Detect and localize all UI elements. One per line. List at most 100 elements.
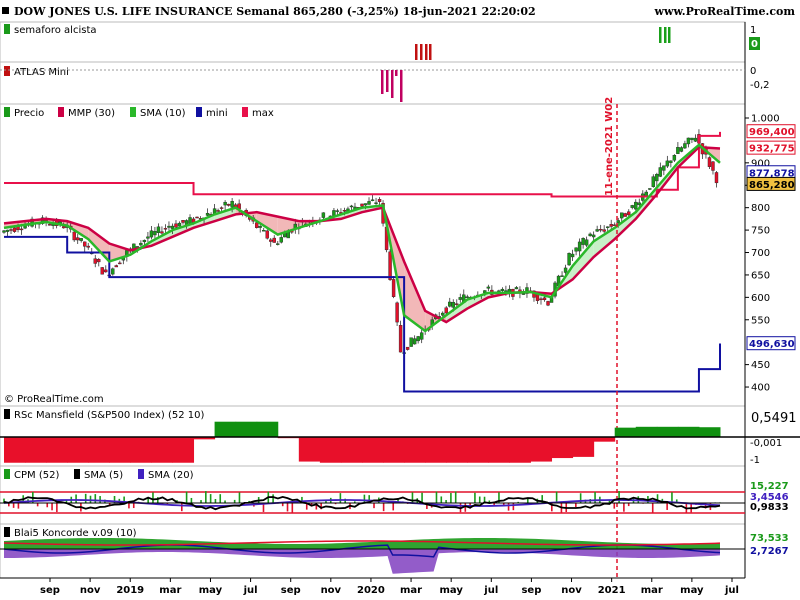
candle-body <box>9 229 13 231</box>
candle-body <box>76 237 80 241</box>
rsc-bar <box>635 426 658 437</box>
semaforo-bar <box>420 44 423 60</box>
candle-body <box>693 137 698 142</box>
candle-body <box>563 267 568 273</box>
candle-body <box>707 157 712 167</box>
candle-body <box>255 222 259 228</box>
atlas-tick: -0,2 <box>750 80 770 91</box>
price-tick-label: 450 <box>751 360 770 371</box>
cpm-bar <box>464 503 467 512</box>
candle-body <box>226 203 231 206</box>
cpm-bar <box>219 494 222 503</box>
cpm-bar <box>185 491 188 503</box>
price-tick-label: 650 <box>751 270 770 281</box>
candle-body <box>665 160 670 167</box>
cpm-bar <box>99 496 101 503</box>
candle-body <box>620 212 624 219</box>
koncorde-badge: 73,533 <box>750 533 789 544</box>
mini-legend-icon <box>196 107 202 117</box>
candle-body <box>72 231 76 241</box>
candle-body <box>216 210 220 212</box>
candle-body <box>486 286 491 289</box>
candle-body <box>655 174 659 182</box>
price-tick-label: 750 <box>751 226 770 237</box>
x-tick-label: jul <box>483 585 498 596</box>
rsc-bar <box>698 427 721 437</box>
candle-body <box>444 307 448 314</box>
atlas-bar <box>391 70 394 98</box>
candle-body <box>676 147 680 154</box>
candle-body <box>577 241 582 252</box>
rsc-bar <box>425 437 447 463</box>
rsc-bar <box>404 437 426 463</box>
rsc-bar <box>67 437 89 463</box>
candle-body <box>374 202 378 204</box>
cpm-bar <box>84 493 87 503</box>
candle-body <box>97 259 101 263</box>
candle-body <box>500 288 505 291</box>
x-tick-label: jul <box>243 585 258 596</box>
cpm-bar <box>339 493 342 503</box>
candle-body <box>167 225 171 228</box>
candle-body <box>405 346 410 350</box>
rsc-bar <box>551 437 574 459</box>
candle-body <box>458 297 462 300</box>
semaforo-bar <box>664 27 667 43</box>
cpm-bar <box>36 503 39 507</box>
rsc-bar <box>298 437 321 462</box>
candle-body <box>514 287 519 290</box>
header-square-icon <box>2 7 9 14</box>
price-tick-label: 600 <box>751 293 770 304</box>
candle-body <box>349 205 354 208</box>
cpm-sma5-icon <box>74 469 80 479</box>
semaforo-label: semaforo alcista <box>14 25 97 36</box>
rsc-bar <box>530 437 553 462</box>
atlas-bar <box>386 70 389 92</box>
candle-body <box>19 228 24 231</box>
candle-body <box>560 275 564 277</box>
cpm-bar <box>478 496 481 503</box>
candle-body <box>2 230 6 233</box>
candle-body <box>47 224 52 226</box>
cpm-sma20-icon <box>138 469 144 479</box>
candle-body <box>416 336 420 342</box>
semaforo-bar <box>668 27 671 43</box>
rsc-bar <box>340 437 363 463</box>
candle-body <box>651 176 656 187</box>
cpm-bar <box>613 503 616 509</box>
x-tick-label: may <box>680 585 704 596</box>
rsc-bar <box>467 437 489 463</box>
cpm-bar <box>291 503 294 513</box>
candle-body <box>574 247 578 252</box>
cpm-sma5-label: SMA (5) <box>84 470 123 481</box>
semaforo-tick: 1 <box>750 25 756 36</box>
candle-body <box>321 212 326 218</box>
x-tick-label: mar <box>400 585 422 596</box>
semaforo-bar <box>415 44 418 60</box>
price-badge-text: 865,280 <box>749 180 795 191</box>
semaforo-value: 0 <box>751 39 758 50</box>
candle-body <box>335 210 340 212</box>
rsc-bar <box>172 437 195 463</box>
max-legend-icon <box>242 107 248 117</box>
candle-body <box>230 200 234 208</box>
candle-body <box>332 210 336 216</box>
rsc-bar <box>46 437 68 463</box>
cpm-bar <box>180 503 183 512</box>
candle-body <box>648 188 652 190</box>
candle-body <box>258 226 262 228</box>
candle-body <box>370 199 375 201</box>
candle-body <box>546 301 550 306</box>
cpm-bar <box>209 494 212 503</box>
candle-body <box>93 258 97 264</box>
rsc-bar <box>151 437 173 463</box>
candle-body <box>637 202 641 205</box>
cpm-bar <box>666 503 668 510</box>
cpm-bar <box>392 503 395 511</box>
candle-body <box>156 226 161 233</box>
price-tick-label: 550 <box>751 315 770 326</box>
candle-body <box>83 241 87 247</box>
candle-body <box>412 338 417 345</box>
candle-body <box>451 302 455 308</box>
x-tick-label: may <box>199 585 223 596</box>
